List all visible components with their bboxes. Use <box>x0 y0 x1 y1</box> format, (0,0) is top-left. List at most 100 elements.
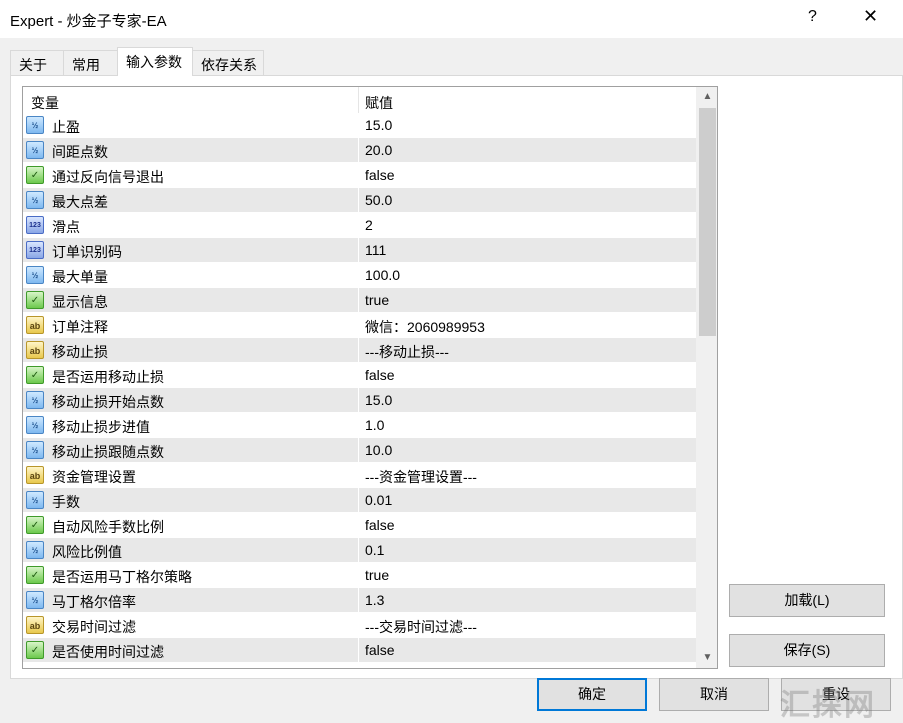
cell-divider <box>358 563 359 588</box>
tab-dependencies[interactable]: 依存关系 <box>192 50 264 75</box>
parameter-value[interactable]: 20.0 <box>365 142 392 158</box>
table-row[interactable]: ½ 止盈 15.0 <box>23 113 696 138</box>
string-type-icon: ab <box>26 316 44 334</box>
table-row[interactable]: ½ 最大单量 100.0 <box>23 263 696 288</box>
parameter-name: 显示信息 <box>52 294 108 310</box>
ok-button[interactable]: 确定 <box>537 678 647 711</box>
cell-divider <box>358 338 359 363</box>
cell-divider <box>358 313 359 338</box>
cell-divider <box>358 438 359 463</box>
table-row[interactable]: ✓ 是否运用移动止损 false <box>23 363 696 388</box>
column-header-variable[interactable]: 变量 <box>31 93 59 113</box>
table-row[interactable]: ½ 手数 0.01 <box>23 488 696 513</box>
cell-divider <box>358 538 359 563</box>
parameter-value[interactable]: 0.01 <box>365 492 392 508</box>
parameter-value[interactable]: 111 <box>365 242 386 258</box>
parameters-grid: 变量 赋值 ½ 止盈 15.0 ½ 间距点数 20.0 ✓ 通过反向信号退出 false ½ 最大点… <box>22 86 718 669</box>
load-button[interactable]: 加载(L) <box>729 584 885 617</box>
parameter-value[interactable]: true <box>365 292 389 308</box>
table-row[interactable]: ✓ 是否运用马丁格尔策略 true <box>23 563 696 588</box>
parameter-name: 移动止损开始点数 <box>52 394 164 410</box>
parameter-value[interactable]: 0.1 <box>365 542 384 558</box>
table-row[interactable]: ½ 移动止损开始点数 15.0 <box>23 388 696 413</box>
help-button[interactable]: ? <box>808 8 817 26</box>
scroll-thumb[interactable] <box>699 108 716 336</box>
table-row[interactable]: ½ 移动止损步进值 1.0 <box>23 413 696 438</box>
parameter-name: 订单识别码 <box>52 244 122 260</box>
table-row[interactable]: ½ 移动止损跟随点数 10.0 <box>23 438 696 463</box>
double-type-icon: ½ <box>26 491 44 509</box>
cell-divider <box>358 138 359 163</box>
parameter-value[interactable]: false <box>365 517 395 533</box>
parameter-name: 移动止损 <box>52 344 108 360</box>
parameter-name: 是否运用移动止损 <box>52 369 164 385</box>
table-row[interactable]: ab 移动止损 ---移动止损--- <box>23 338 696 363</box>
parameter-value[interactable]: 15.0 <box>365 117 392 133</box>
parameter-value[interactable]: false <box>365 167 395 183</box>
table-row[interactable]: ab 交易时间过滤 ---交易时间过滤--- <box>23 613 696 638</box>
parameter-name: 交易时间过滤 <box>52 619 136 635</box>
table-row[interactable]: ab 订单注释 微信：2060989953 <box>23 313 696 338</box>
cell-divider <box>358 488 359 513</box>
cell-divider <box>358 238 359 263</box>
parameter-name: 自动风险手数比例 <box>52 519 164 535</box>
parameter-value[interactable]: 50.0 <box>365 192 392 208</box>
parameter-name: 止盈 <box>52 119 80 135</box>
parameter-name: 是否运用马丁格尔策略 <box>52 569 192 585</box>
parameter-name: 移动止损步进值 <box>52 419 150 435</box>
cell-divider <box>358 288 359 313</box>
parameter-name: 间距点数 <box>52 144 108 160</box>
grid-rows: ½ 止盈 15.0 ½ 间距点数 20.0 ✓ 通过反向信号退出 false ½ 最大点差 50.0 1… <box>23 113 696 663</box>
parameter-value[interactable]: 1.0 <box>365 417 384 433</box>
table-row[interactable]: ✓ 自动风险手数比例 false <box>23 513 696 538</box>
cell-divider <box>358 638 359 663</box>
table-row[interactable]: 123 滑点 2 <box>23 213 696 238</box>
table-row[interactable]: ab 资金管理设置 ---资金管理设置--- <box>23 463 696 488</box>
double-type-icon: ½ <box>26 141 44 159</box>
tab-about[interactable]: 关于 <box>10 50 64 75</box>
parameter-value[interactable]: ---交易时间过滤--- <box>365 617 477 637</box>
tab-common[interactable]: 常用 <box>63 50 118 75</box>
double-type-icon: ½ <box>26 541 44 559</box>
parameter-value[interactable]: ---资金管理设置--- <box>365 467 477 487</box>
parameter-value[interactable]: 1.3 <box>365 592 384 608</box>
table-row[interactable]: ✓ 显示信息 true <box>23 288 696 313</box>
double-type-icon: ½ <box>26 391 44 409</box>
vertical-scrollbar[interactable]: ▲ ▼ <box>696 87 717 668</box>
table-row[interactable]: 123 订单识别码 111 <box>23 238 696 263</box>
parameter-value[interactable]: false <box>365 367 395 383</box>
parameter-name: 最大单量 <box>52 269 108 285</box>
parameter-name: 资金管理设置 <box>52 469 136 485</box>
column-header-value[interactable]: 赋值 <box>365 93 393 113</box>
column-divider[interactable] <box>358 87 359 113</box>
parameter-name: 最大点差 <box>52 194 108 210</box>
table-row[interactable]: ✓ 通过反向信号退出 false <box>23 163 696 188</box>
parameter-value[interactable]: 100.0 <box>365 267 400 283</box>
save-button[interactable]: 保存(S) <box>729 634 885 667</box>
cancel-button[interactable]: 取消 <box>659 678 769 711</box>
parameter-value[interactable]: false <box>365 642 395 658</box>
table-row[interactable]: ✓ 是否使用时间过滤 false <box>23 638 696 663</box>
table-row[interactable]: ½ 最大点差 50.0 <box>23 188 696 213</box>
table-row[interactable]: ½ 风险比例值 0.1 <box>23 538 696 563</box>
parameter-name: 移动止损跟随点数 <box>52 444 164 460</box>
parameter-value[interactable]: 10.0 <box>365 442 392 458</box>
parameter-value[interactable]: true <box>365 567 389 583</box>
tab-input-parameters[interactable]: 输入参数 <box>117 47 193 76</box>
parameter-value[interactable]: 15.0 <box>365 392 392 408</box>
close-button[interactable]: ✕ <box>863 6 878 27</box>
double-type-icon: ½ <box>26 116 44 134</box>
table-row[interactable]: ½ 间距点数 20.0 <box>23 138 696 163</box>
parameter-value[interactable]: ---移动止损--- <box>365 342 449 362</box>
parameter-value[interactable]: 微信：2060989953 <box>365 317 485 337</box>
cell-divider <box>358 588 359 613</box>
parameter-value[interactable]: 2 <box>365 217 373 233</box>
table-row[interactable]: ½ 马丁格尔倍率 1.3 <box>23 588 696 613</box>
scroll-up-arrow-icon[interactable]: ▲ <box>697 87 717 107</box>
cell-divider <box>358 463 359 488</box>
title-bar: Expert - 炒金子专家-EA ? ✕ <box>0 0 903 38</box>
cell-divider <box>358 513 359 538</box>
parameter-name: 风险比例值 <box>52 544 122 560</box>
cell-divider <box>358 188 359 213</box>
scroll-down-arrow-icon[interactable]: ▼ <box>697 648 717 668</box>
